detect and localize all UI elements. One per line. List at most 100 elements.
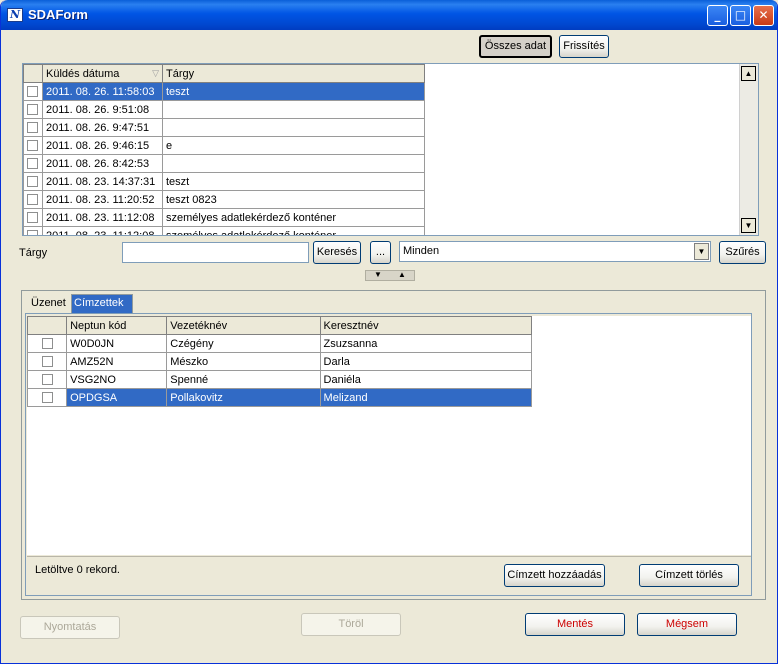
filter-button[interactable]: Szűrés [719,241,766,264]
subject-cell: teszt [162,172,425,191]
send-date-cell: 2011. 08. 23. 14:37:31 [42,172,163,191]
row-checkbox[interactable] [27,212,38,224]
recipient-row[interactable]: VSG2NO Spenné Daniéla [27,370,533,389]
sort-descending-icon: ▽ [152,67,159,78]
delete-button[interactable]: Töröl [301,613,401,636]
minimize-button[interactable]: _ [707,5,728,26]
app-logo-icon: N [7,8,23,22]
filter-select[interactable]: Minden ▼ [399,241,711,262]
message-row[interactable]: 2011. 08. 26. 9:51:08 [23,100,425,119]
neptun-code-cell: VSG2NO [66,370,168,389]
window-title: SDAForm [28,7,88,22]
browse-button[interactable]: ... [370,241,391,264]
message-row[interactable]: 2011. 08. 23. 11:20:52 teszt 0823 [23,190,425,209]
send-date-cell: 2011. 08. 26. 9:47:51 [42,118,163,137]
cancel-button[interactable]: Mégsem [637,613,737,636]
first-name-cell: Darla [319,352,533,371]
last-name-cell: Mészko [166,352,321,371]
message-row[interactable]: 2011. 08. 23. 11:12:08 személyes adatleké… [23,208,425,227]
send-date-cell: 2011. 08. 26. 8:42:53 [42,154,163,173]
refresh-button[interactable]: Frissítés [559,35,609,58]
first-name-cell: Melizand [319,388,533,407]
neptun-code-cell: W0D0JN [66,334,168,353]
send-date-cell: 2011. 08. 26. 9:51:08 [42,100,163,119]
close-button[interactable]: ✕ [753,5,774,26]
subject-cell [162,154,425,173]
row-checkbox[interactable] [41,392,53,404]
row-checkbox-cell[interactable] [23,82,43,101]
subject-cell: teszt [162,82,425,101]
save-button[interactable]: Mentés [525,613,625,636]
tab-recipients[interactable]: Címzettek [71,294,133,313]
message-row[interactable]: 2011. 08. 26. 11:58:03 teszt [23,82,425,101]
row-checkbox-cell[interactable] [23,100,43,119]
subject-label: Tárgy [19,247,48,259]
messages-vertical-scrollbar[interactable]: ▲ ▼ [739,64,758,235]
column-header-subject[interactable]: Tárgy [162,64,425,83]
expand-up-icon[interactable]: ▲ [398,270,406,279]
scroll-up-icon[interactable]: ▲ [741,66,756,81]
row-checkbox[interactable] [27,140,38,152]
row-checkbox-cell[interactable] [23,190,43,209]
row-checkbox-cell[interactable] [27,334,68,353]
send-date-cell: 2011. 08. 26. 11:58:03 [42,82,163,101]
messages-header-row: Küldés dátuma ▽ Tárgy [23,64,425,83]
filter-select-value: Minden [403,245,440,257]
row-checkbox[interactable] [27,230,38,235]
print-button[interactable]: Nyomtatás [20,616,120,639]
search-button[interactable]: Keresés [313,241,361,264]
send-date-cell: 2011. 08. 23. 11:12:08 [42,226,163,235]
chevron-down-icon[interactable]: ▼ [694,243,709,260]
tab-message[interactable]: Üzenet [31,297,66,309]
subject-cell: személyes adatlekérdező konténer [162,226,425,235]
row-checkbox[interactable] [27,158,38,170]
collapse-down-icon[interactable]: ▼ [374,270,382,279]
message-row[interactable]: 2011. 08. 26. 9:46:15 e [23,136,425,155]
row-checkbox-cell[interactable] [23,136,43,155]
last-name-cell: Pollakovitz [166,388,321,407]
row-checkbox-cell[interactable] [27,388,68,407]
tab-recipients-label: Címzettek [74,297,124,309]
row-checkbox[interactable] [41,374,53,386]
delete-recipient-button[interactable]: Címzett törlés [639,564,739,587]
row-checkbox-cell[interactable] [23,172,43,191]
subject-cell: személyes adatlekérdező konténer [162,208,425,227]
row-checkbox[interactable] [27,194,38,206]
row-checkbox[interactable] [27,86,38,98]
subject-cell: teszt 0823 [162,190,425,209]
column-header-last-name[interactable]: Vezetéknév [166,316,321,335]
row-checkbox[interactable] [27,122,38,134]
maximize-button[interactable]: □ [730,5,751,26]
message-row[interactable]: 2011. 08. 26. 9:47:51 [23,118,425,137]
neptun-code-cell: AMZ52N [66,352,168,371]
row-checkbox[interactable] [41,338,53,350]
row-checkbox[interactable] [27,176,38,188]
row-checkbox-cell[interactable] [27,370,68,389]
recipient-row[interactable]: OPDGSA Pollakovitz Melizand [27,388,533,407]
column-header-first-name[interactable]: Keresztnév [319,316,533,335]
row-select-header [23,64,43,83]
recipient-row[interactable]: AMZ52N Mészko Darla [27,352,533,371]
row-checkbox[interactable] [41,356,53,368]
last-name-cell: Czégény [166,334,321,353]
message-row[interactable]: 2011. 08. 23. 11:12:08 személyes adatleké… [23,226,425,235]
recipient-row[interactable]: W0D0JN Czégény Zsuzsanna [27,334,533,353]
row-checkbox-cell[interactable] [23,118,43,137]
row-checkbox-cell[interactable] [23,226,43,235]
message-row[interactable]: 2011. 08. 23. 14:37:31 teszt [23,172,425,191]
all-data-button[interactable]: Összes adat [479,35,552,58]
scroll-down-icon[interactable]: ▼ [741,218,756,233]
subject-input[interactable] [122,242,309,263]
column-header-send-date[interactable]: Küldés dátuma ▽ [42,64,163,83]
row-checkbox-cell[interactable] [23,208,43,227]
message-row[interactable]: 2011. 08. 26. 8:42:53 [23,154,425,173]
column-header-neptun-code[interactable]: Neptun kód [66,316,168,335]
title-bar[interactable]: N SDAForm _ □ ✕ [1,0,777,30]
row-checkbox[interactable] [27,104,38,116]
splitter-handle[interactable]: ▼ ▲ [365,270,415,281]
row-checkbox-cell[interactable] [23,154,43,173]
row-checkbox-cell[interactable] [27,352,68,371]
subject-cell [162,118,425,137]
add-recipient-button[interactable]: Címzett hozzáadás [504,564,605,587]
messages-grid: Küldés dátuma ▽ Tárgy 2011. 08. 26. 11:58… [22,63,759,236]
